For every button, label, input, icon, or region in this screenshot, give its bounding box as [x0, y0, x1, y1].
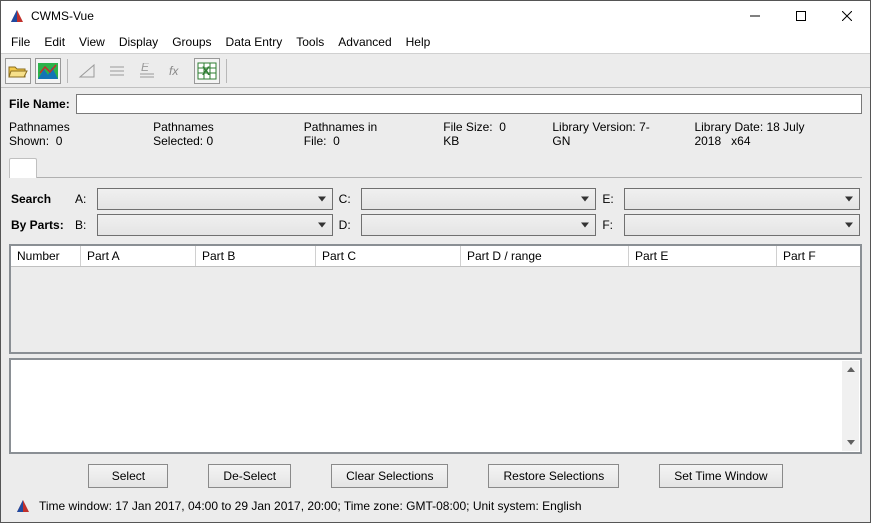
app-window: CWMS-Vue File Edit View Display Groups D…	[0, 0, 871, 523]
part-b-combo[interactable]	[97, 214, 333, 236]
empty-tab[interactable]	[9, 158, 37, 178]
fx-tool: fx	[164, 58, 190, 84]
menu-tools[interactable]: Tools	[290, 33, 330, 51]
status-logo-icon	[15, 498, 31, 514]
select-button[interactable]: Select	[88, 464, 168, 488]
part-e-combo[interactable]	[624, 188, 860, 210]
grey-tool-1	[74, 58, 100, 84]
grey-tool-2	[104, 58, 130, 84]
fx-icon: fx	[168, 63, 186, 79]
part-d-combo[interactable]	[361, 214, 597, 236]
toolbar: E fx X	[1, 54, 870, 88]
search-label-2: By Parts:	[11, 218, 69, 232]
grey-triangle-icon	[78, 63, 96, 79]
table-header: Number Part A Part B Part C Part D / ran…	[11, 246, 860, 267]
toolbar-separator	[67, 59, 68, 83]
menu-data-entry[interactable]: Data Entry	[220, 33, 289, 51]
part-d-label: D:	[339, 218, 355, 232]
minimize-button[interactable]	[732, 1, 778, 31]
col-number[interactable]: Number	[11, 246, 81, 266]
stat-file-size: File Size: 0 KB	[443, 120, 524, 148]
body: File Name: Pathnames Shown: 0 Pathnames …	[1, 88, 870, 522]
part-f-label: F:	[602, 218, 618, 232]
stat-pathnames-in-file: Pathnames in File: 0	[304, 120, 415, 148]
menu-groups[interactable]: Groups	[166, 33, 217, 51]
col-part-f[interactable]: Part F	[777, 246, 860, 266]
filename-input[interactable]	[76, 94, 862, 114]
menu-advanced[interactable]: Advanced	[332, 33, 397, 51]
col-part-c[interactable]: Part C	[316, 246, 461, 266]
stat-library-date: Library Date: 18 July 2018 x64	[694, 120, 862, 148]
stat-library-version: Library Version: 7-GN	[552, 120, 666, 148]
scroll-up-icon[interactable]	[842, 361, 859, 378]
toolbar-separator-2	[226, 59, 227, 83]
menu-file[interactable]: File	[5, 33, 36, 51]
close-button[interactable]	[824, 1, 870, 31]
col-part-a[interactable]: Part A	[81, 246, 196, 266]
part-a-combo[interactable]	[97, 188, 333, 210]
set-time-window-button[interactable]: Set Time Window	[659, 464, 782, 488]
col-part-b[interactable]: Part B	[196, 246, 316, 266]
col-part-e[interactable]: Part E	[629, 246, 777, 266]
window-controls	[732, 1, 870, 31]
svg-text:fx: fx	[169, 64, 179, 78]
grey-e-lines-icon: E	[138, 63, 156, 79]
status-text: Time window: 17 Jan 2017, 04:00 to 29 Ja…	[39, 499, 582, 513]
part-c-label: C:	[339, 192, 355, 206]
window-title: CWMS-Vue	[31, 9, 732, 23]
maximize-button[interactable]	[778, 1, 824, 31]
grey-lines-icon	[108, 63, 126, 79]
open-folder-icon	[8, 63, 28, 79]
tab-strip	[9, 156, 862, 178]
part-a-label: A:	[75, 192, 91, 206]
filename-label: File Name:	[9, 97, 70, 111]
app-logo-icon	[9, 8, 25, 24]
scroll-down-icon[interactable]	[842, 434, 859, 451]
menu-view[interactable]: View	[73, 33, 111, 51]
stats-row: Pathnames Shown: 0 Pathnames Selected: 0…	[9, 118, 862, 152]
part-b-label: B:	[75, 218, 91, 232]
stat-pathnames-selected: Pathnames Selected: 0	[153, 120, 276, 148]
part-e-label: E:	[602, 192, 618, 206]
excel-icon: X	[197, 62, 217, 80]
open-button[interactable]	[5, 58, 31, 84]
menubar: File Edit View Display Groups Data Entry…	[1, 31, 870, 54]
titlebar: CWMS-Vue	[1, 1, 870, 31]
svg-text:E: E	[141, 63, 150, 74]
restore-selections-button[interactable]: Restore Selections	[488, 464, 619, 488]
results-table[interactable]: Number Part A Part B Part C Part D / ran…	[9, 244, 862, 354]
col-part-d[interactable]: Part D / range	[461, 246, 629, 266]
chart-button[interactable]	[35, 58, 61, 84]
search-by-parts: Search A: C: E: By Parts: B: D: F:	[9, 182, 862, 240]
filename-row: File Name:	[9, 94, 862, 114]
chart-landscape-icon	[38, 63, 58, 79]
part-f-combo[interactable]	[624, 214, 860, 236]
text-output-pane[interactable]	[9, 358, 862, 454]
menu-edit[interactable]: Edit	[38, 33, 71, 51]
grey-tool-3: E	[134, 58, 160, 84]
menu-help[interactable]: Help	[400, 33, 437, 51]
menu-display[interactable]: Display	[113, 33, 164, 51]
search-label-1: Search	[11, 192, 69, 206]
stat-pathnames-shown: Pathnames Shown: 0	[9, 120, 125, 148]
action-buttons: Select De-Select Clear Selections Restor…	[9, 458, 862, 492]
statusbar: Time window: 17 Jan 2017, 04:00 to 29 Ja…	[9, 496, 862, 518]
deselect-button[interactable]: De-Select	[208, 464, 291, 488]
svg-text:X: X	[202, 64, 210, 78]
clear-selections-button[interactable]: Clear Selections	[331, 464, 448, 488]
part-c-combo[interactable]	[361, 188, 597, 210]
scrollbar[interactable]	[842, 361, 859, 451]
excel-button[interactable]: X	[194, 58, 220, 84]
